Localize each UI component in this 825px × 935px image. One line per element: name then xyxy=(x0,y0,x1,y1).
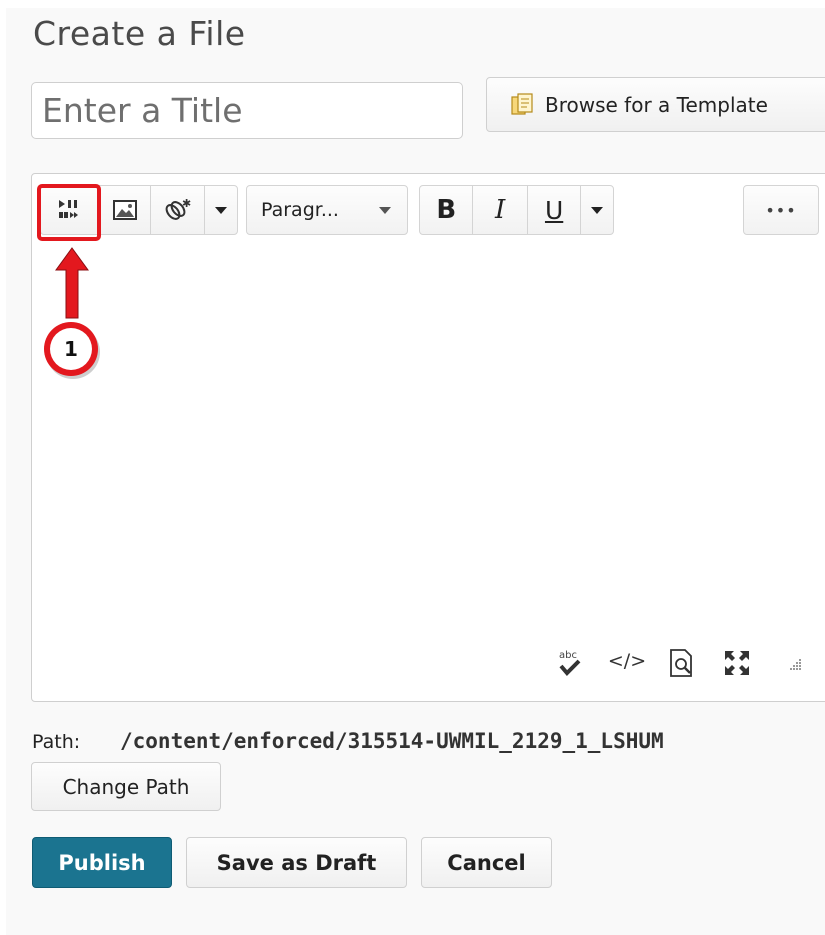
path-label: Path: xyxy=(32,731,81,753)
browse-template-button[interactable]: Browse for a Template xyxy=(486,77,825,132)
insert-more-dropdown[interactable] xyxy=(205,186,237,234)
insert-stuff-icon xyxy=(58,200,78,218)
browse-template-label: Browse for a Template xyxy=(545,92,768,117)
insert-quicklink-icon: ✱ xyxy=(165,197,191,220)
more-actions-button[interactable]: ••• xyxy=(743,185,819,235)
chevron-down-icon xyxy=(215,206,227,214)
chevron-down-icon xyxy=(379,206,391,214)
title-input[interactable] xyxy=(31,82,463,139)
page-title: Create a File xyxy=(33,14,246,53)
insert-image-button[interactable] xyxy=(99,186,151,234)
preview-icon[interactable] xyxy=(666,648,696,678)
bold-button[interactable]: B xyxy=(420,186,474,234)
source-code-icon[interactable]: </> xyxy=(608,650,646,672)
bold-icon: B xyxy=(436,195,457,225)
path-value: /content/enforced/315514-UWMIL_2129_1_LS… xyxy=(120,729,664,753)
insert-quicklink-button[interactable]: ✱ xyxy=(151,186,205,234)
spellcheck-icon[interactable]: abc xyxy=(556,648,584,678)
format-select-value: Paragr... xyxy=(261,199,339,221)
svg-text:✱: ✱ xyxy=(182,197,191,210)
italic-icon: I xyxy=(495,195,506,225)
resize-handle-icon[interactable] xyxy=(784,656,804,672)
italic-button[interactable]: I xyxy=(473,186,528,234)
underline-button[interactable]: U xyxy=(528,186,582,234)
fullscreen-icon[interactable] xyxy=(720,648,754,678)
text-style-toolbar-group: B I U xyxy=(419,185,614,235)
chevron-down-icon xyxy=(591,206,604,214)
insert-stuff-button[interactable] xyxy=(41,186,99,234)
insert-toolbar-group: ✱ xyxy=(40,185,238,235)
format-select[interactable]: Paragr... xyxy=(246,185,408,235)
underline-icon: U xyxy=(544,195,564,225)
more-icon: ••• xyxy=(765,200,797,220)
text-style-more-dropdown[interactable] xyxy=(581,186,613,234)
save-draft-button[interactable]: Save as Draft xyxy=(186,837,407,888)
html-editor[interactable]: ✱ Paragr... B I U ••• abc </> xyxy=(31,173,825,702)
change-path-button[interactable]: Change Path xyxy=(31,762,221,811)
publish-button[interactable]: Publish xyxy=(32,837,172,888)
insert-image-icon xyxy=(112,200,137,220)
svg-text:abc: abc xyxy=(559,650,577,661)
cancel-button[interactable]: Cancel xyxy=(421,837,552,888)
template-icon xyxy=(511,92,533,115)
